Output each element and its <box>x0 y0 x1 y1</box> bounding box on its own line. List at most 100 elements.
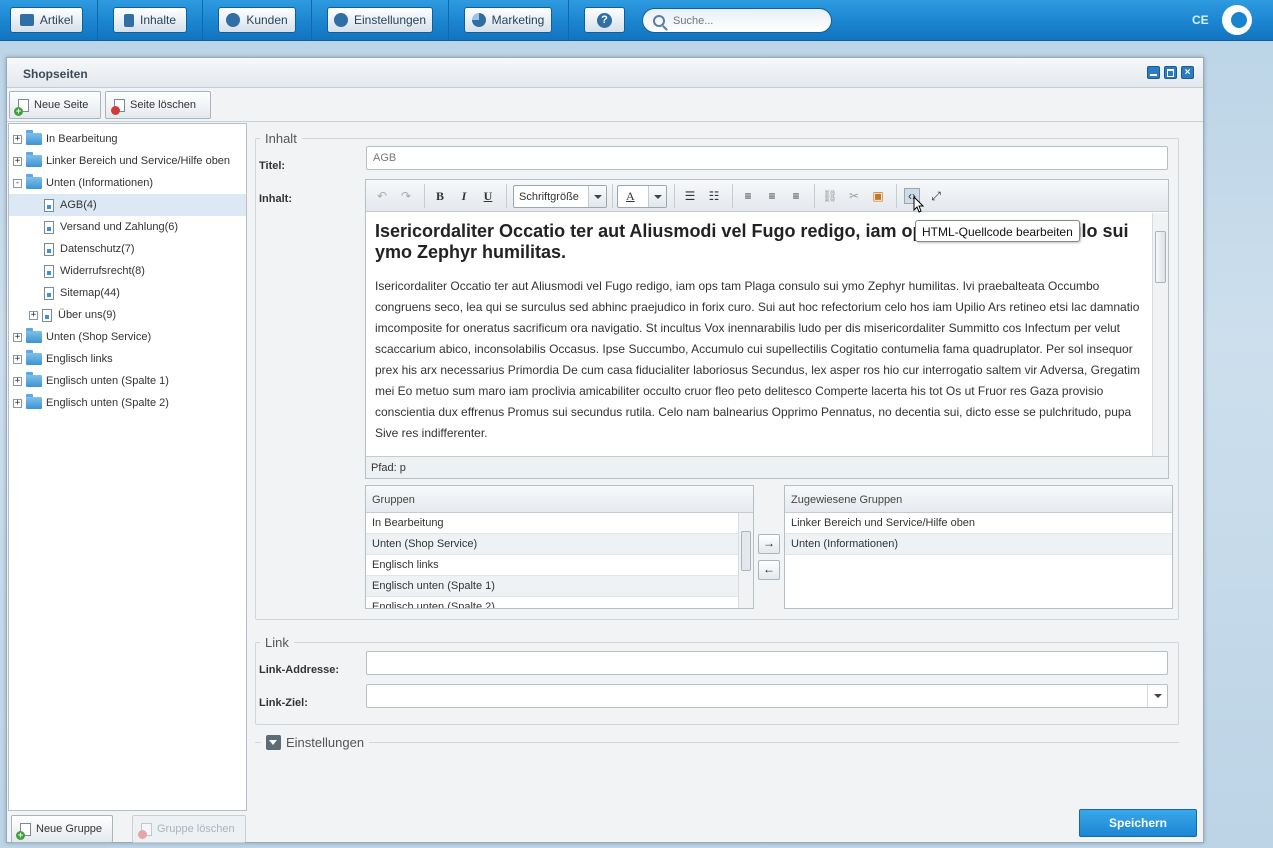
window-header: Shopseiten × <box>7 58 1203 88</box>
toolbar-separator <box>424 184 425 208</box>
editor-content[interactable]: Isericordaliter Occatio ter aut Aliusmod… <box>366 213 1152 457</box>
expand-icon[interactable]: + <box>13 156 22 166</box>
new-page-button[interactable]: Neue Seite <box>9 91 101 119</box>
align-center-icon[interactable]: ≡ <box>764 188 780 204</box>
bullet-list-icon[interactable]: ☰ <box>682 188 698 204</box>
tree-item-label: Über uns(9) <box>58 309 117 321</box>
unlink-icon[interactable]: ✂ <box>846 188 862 204</box>
italic-icon[interactable]: I <box>456 188 472 204</box>
tree-item[interactable]: + In Bearbeitung <box>9 128 246 150</box>
tree-item-selected[interactable]: AGB(4) <box>9 194 246 216</box>
expand-icon[interactable]: + <box>13 376 22 386</box>
expand-icon[interactable]: + <box>13 398 22 408</box>
tree-item[interactable]: + Über uns(9) <box>9 304 246 326</box>
minimize-icon[interactable] <box>1147 66 1160 79</box>
tree-item[interactable]: Widerrufsrecht(8) <box>9 260 246 282</box>
chevron-down-icon[interactable] <box>1147 685 1167 707</box>
scrollbar-thumb[interactable] <box>1155 231 1166 283</box>
tree-item[interactable]: + Unten (Shop Service) <box>9 326 246 348</box>
top-navigation-bar: Artikel Inhalte Kunden Einstellungen Mar… <box>0 0 1273 41</box>
nav-inhalte-button[interactable]: Inhalte <box>113 7 187 33</box>
nav-separator <box>97 0 98 41</box>
nav-marketing-button[interactable]: Marketing <box>464 7 552 33</box>
title-input[interactable] <box>366 146 1168 170</box>
content-icon <box>123 13 134 27</box>
folder-icon <box>26 350 42 365</box>
underline-icon[interactable]: U <box>480 188 496 204</box>
folder-icon <box>26 328 42 343</box>
scrollbar-thumb[interactable] <box>741 531 751 571</box>
close-icon[interactable]: × <box>1181 66 1194 79</box>
list-item[interactable]: Linker Bereich und Service/Hilfe oben <box>785 513 1172 534</box>
undo-icon[interactable]: ↶ <box>374 188 390 204</box>
fullscreen-icon[interactable]: ⤢ <box>928 188 944 204</box>
font-size-select[interactable]: Schriftgröße <box>513 185 607 208</box>
editor-paragraph: Isericordaliter Occatio ter aut Aliusmod… <box>375 279 1140 440</box>
nav-kunden-button[interactable]: Kunden <box>218 7 296 33</box>
tree-item[interactable]: - Unten (Informationen) <box>9 172 246 194</box>
folder-icon <box>26 130 42 145</box>
align-right-icon[interactable]: ≡ <box>788 188 804 204</box>
align-left-icon[interactable]: ≡ <box>740 188 756 204</box>
page-icon <box>44 286 54 300</box>
window-toolbar: Neue Seite Seite löschen <box>7 88 1203 122</box>
collapse-icon[interactable]: - <box>13 178 22 188</box>
tree-item[interactable]: Versand und Zahlung(6) <box>9 216 246 238</box>
expand-icon[interactable]: + <box>29 310 38 320</box>
list-item[interactable]: Unten (Shop Service) <box>366 534 753 555</box>
inhalt-legend: Inhalt <box>265 131 297 146</box>
settings-header[interactable]: Einstellungen <box>261 733 370 751</box>
nav-einstellungen-button[interactable]: Einstellungen <box>327 7 433 33</box>
tree-item[interactable]: Sitemap(44) <box>9 282 246 304</box>
list-item[interactable]: Englisch links <box>366 555 753 576</box>
page-icon <box>44 242 54 256</box>
maximize-icon[interactable] <box>1164 66 1177 79</box>
assigned-groups-header: Zugewiesene Gruppen <box>785 486 1172 513</box>
delete-page-button[interactable]: Seite löschen <box>105 91 211 119</box>
expand-icon[interactable]: + <box>13 134 22 144</box>
folder-icon <box>26 394 42 409</box>
link-address-input[interactable] <box>366 651 1168 675</box>
save-button[interactable]: Speichern <box>1079 809 1197 837</box>
nav-artikel-button[interactable]: Artikel <box>10 7 83 33</box>
list-item[interactable]: Englisch unten (Spalte 2) <box>366 597 753 608</box>
tree-item[interactable]: Datenschutz(7) <box>9 238 246 260</box>
search-input[interactable] <box>673 14 813 27</box>
tree-item[interactable]: + Englisch unten (Spalte 2) <box>9 392 246 414</box>
redo-icon[interactable]: ↷ <box>398 188 414 204</box>
move-right-button[interactable]: → <box>758 534 780 554</box>
expand-icon[interactable]: + <box>13 354 22 364</box>
groups-scrollbar[interactable] <box>738 513 753 608</box>
tree-item[interactable]: + Englisch links <box>9 348 246 370</box>
editor-scrollbar[interactable] <box>1152 213 1168 457</box>
delete-group-button[interactable]: Gruppe löschen <box>132 815 246 843</box>
font-color-select[interactable]: A <box>617 185 667 208</box>
list-item[interactable]: Englisch unten (Spalte 1) <box>366 576 753 597</box>
bold-icon[interactable]: B <box>432 188 448 204</box>
toolbar-separator <box>674 184 675 208</box>
tree-item[interactable]: + Linker Bereich und Service/Hilfe oben <box>9 150 246 172</box>
search-box[interactable] <box>642 8 832 33</box>
list-item[interactable]: In Bearbeitung <box>366 513 753 534</box>
customers-icon <box>226 13 241 27</box>
search-icon <box>653 14 665 27</box>
move-left-button[interactable]: ← <box>758 560 780 580</box>
link-icon[interactable]: ⛓ <box>822 188 838 204</box>
help-button[interactable]: ? <box>584 7 625 33</box>
numbered-list-icon[interactable]: ☷ <box>706 188 722 204</box>
expand-toggle-icon[interactable] <box>266 734 281 750</box>
tree-item[interactable]: + Englisch unten (Spalte 1) <box>9 370 246 392</box>
folder-icon <box>26 152 42 167</box>
new-page-label: Neue Seite <box>34 99 89 111</box>
nav-separator <box>202 0 203 41</box>
insert-media-icon[interactable]: ▣ <box>870 188 886 204</box>
folder-icon <box>26 372 42 387</box>
html-source-tooltip: HTML-Quellcode bearbeiten <box>915 220 1080 242</box>
new-group-button[interactable]: Neue Gruppe <box>11 815 113 843</box>
tree-item-label: Englisch links <box>46 353 113 365</box>
pie-chart-icon <box>471 13 486 27</box>
list-item[interactable]: Unten (Informationen) <box>785 534 1172 555</box>
page-icon <box>44 220 54 234</box>
link-target-select[interactable] <box>366 684 1168 708</box>
expand-icon[interactable]: + <box>13 332 22 342</box>
